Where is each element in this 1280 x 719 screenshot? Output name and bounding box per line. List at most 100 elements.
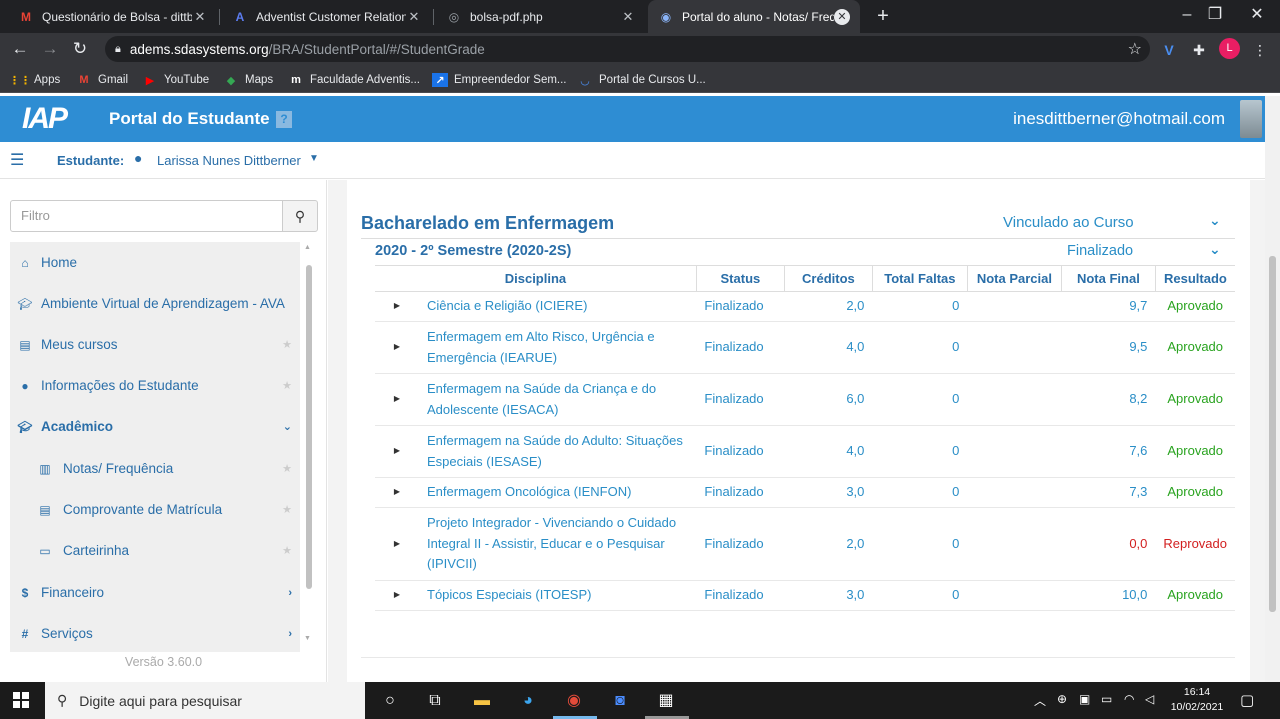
creditos-cell: 3,0 bbox=[784, 580, 873, 611]
bookmark-youtube[interactable]: ▶ YouTube bbox=[142, 71, 209, 89]
table-row[interactable]: ▶ Ciência e Religião (ICIERE) Finalizado… bbox=[375, 291, 1235, 322]
edge-icon[interactable]: ◕ bbox=[515, 688, 541, 714]
scroll-down-arrow-icon[interactable]: ▼ bbox=[304, 635, 311, 642]
calculator-icon[interactable]: ▦ bbox=[653, 688, 679, 714]
menu-toggle-icon[interactable]: ☰ bbox=[10, 150, 24, 170]
sidebar-item-servicos[interactable]: # Serviços › bbox=[10, 613, 300, 652]
wifi-icon[interactable]: ◠ bbox=[1124, 692, 1134, 706]
close-tab-icon[interactable]: ✕ bbox=[834, 8, 850, 25]
bookmark-star-icon[interactable]: ☆ bbox=[1128, 39, 1142, 59]
close-window-icon[interactable]: ✕ bbox=[1234, 0, 1280, 33]
bookmark-faculdade[interactable]: m Faculdade Adventis... bbox=[288, 71, 420, 89]
url-input[interactable]: 🔒︎ adems.sdasystems.org/BRA/StudentPorta… bbox=[105, 36, 1150, 62]
sidebar-item-ava[interactable]: 🎓︎ Ambiente Virtual de Aprendizagem - AV… bbox=[10, 283, 300, 324]
browser-menu-icon[interactable]: ⋮ bbox=[1250, 40, 1270, 60]
taskbar-clock[interactable]: 16:14 10/02/2021 bbox=[1168, 685, 1226, 715]
table-row[interactable]: ▶ Enfermagem Oncológica (IENFON) Finaliz… bbox=[375, 477, 1235, 508]
reload-icon[interactable]: ↻ bbox=[69, 38, 91, 60]
sidebar-item-academico[interactable]: 🎓︎ Acadêmico ⌄ bbox=[10, 406, 300, 447]
battery-icon[interactable]: ▭ bbox=[1101, 692, 1112, 706]
close-tab-icon[interactable]: ✕ bbox=[406, 9, 422, 25]
profile-avatar[interactable]: L bbox=[1219, 38, 1240, 59]
table-row[interactable]: ▶ Tópicos Especiais (ITOESP) Finalizado … bbox=[375, 580, 1235, 611]
filter-input[interactable]: Filtro bbox=[10, 200, 283, 232]
favorite-star-icon[interactable]: ★ bbox=[282, 338, 292, 351]
course-title: Bacharelado em Enfermagem bbox=[361, 213, 615, 233]
browser-tab-bolsa-pdf[interactable]: ◎ bolsa-pdf.php ✕ bbox=[436, 0, 646, 33]
browser-tab-questionario[interactable]: M Questionário de Bolsa - dittberner ✕ bbox=[8, 0, 218, 33]
tray-app-icon-2[interactable]: ▣ bbox=[1079, 692, 1090, 706]
taskbar-search-input[interactable]: ⚲ Digite aqui para pesquisar bbox=[45, 682, 365, 719]
tray-app-icon[interactable]: ⊕ bbox=[1057, 692, 1067, 706]
column-header-nota-final[interactable]: Nota Final bbox=[1060, 265, 1156, 292]
forward-arrow-icon[interactable]: → bbox=[39, 38, 61, 60]
sidebar-item-notas-frequencia[interactable]: ▥ Notas/ Frequência ★ bbox=[10, 448, 300, 489]
column-header-status[interactable]: Status bbox=[695, 265, 785, 292]
sidebar-scrollbar[interactable] bbox=[306, 265, 312, 589]
favorite-star-icon[interactable]: ★ bbox=[282, 379, 292, 392]
table-row[interactable]: ▶ Enfermagem na Saúde do Adulto: Situaçõ… bbox=[375, 425, 1235, 478]
close-tab-icon[interactable]: ✕ bbox=[192, 9, 208, 25]
favorite-star-icon[interactable]: ★ bbox=[282, 462, 292, 475]
tray-expand-icon[interactable]: ︿ bbox=[1034, 692, 1046, 709]
bookmark-empreendedor[interactable]: ↗ Empreendedor Sem... bbox=[432, 71, 567, 89]
expand-row-icon[interactable]: ▶ bbox=[375, 507, 419, 581]
caret-down-icon[interactable]: ▼ bbox=[309, 153, 319, 164]
maximize-icon[interactable]: ❐ bbox=[1192, 0, 1238, 33]
new-tab-button[interactable]: + bbox=[872, 5, 894, 27]
extensions-puzzle-icon[interactable]: ✚ bbox=[1189, 40, 1209, 60]
file-explorer-icon[interactable]: ▬ bbox=[469, 688, 495, 714]
browser-tab-portal[interactable]: ◉ Portal do aluno - Notas/ Frequência ✕ bbox=[648, 0, 860, 33]
student-selector[interactable]: Larissa Nunes Dittberner bbox=[157, 153, 301, 168]
bookmark-apps[interactable]: ⋮⋮ Apps bbox=[9, 71, 60, 89]
favorite-star-icon[interactable]: ★ bbox=[282, 503, 292, 516]
close-tab-icon[interactable]: ✕ bbox=[620, 9, 636, 25]
windows-start-icon[interactable] bbox=[13, 692, 29, 708]
expand-row-icon[interactable]: ▶ bbox=[375, 373, 419, 426]
column-header-faltas[interactable]: Total Faltas bbox=[871, 265, 968, 292]
portal-title: Portal do Estudante bbox=[109, 109, 270, 128]
task-view-icon[interactable]: ⧉ bbox=[422, 688, 448, 714]
sidebar-item-carteirinha[interactable]: ▭ Carteirinha ★ bbox=[10, 530, 300, 571]
expand-row-icon[interactable]: ▶ bbox=[375, 425, 419, 478]
bookmark-maps[interactable]: ◆ Maps bbox=[223, 71, 273, 89]
sidebar-item-comprovante[interactable]: ▤ Comprovante de Matrícula ★ bbox=[10, 489, 300, 530]
column-header-creditos[interactable]: Créditos bbox=[783, 265, 873, 292]
column-header-disciplina[interactable]: Disciplina bbox=[375, 265, 697, 292]
table-row[interactable]: ▶ Enfermagem na Saúde da Criança e do Ad… bbox=[375, 373, 1235, 426]
column-header-resultado[interactable]: Resultado bbox=[1154, 265, 1235, 292]
table-row[interactable]: ▶ Projeto Integrador - Vivenciando o Cui… bbox=[375, 507, 1235, 581]
favorite-star-icon[interactable]: ★ bbox=[282, 544, 292, 557]
user-avatar[interactable] bbox=[1240, 100, 1262, 138]
browser-tab-adventist[interactable]: A Adventist Customer Relationship ✕ bbox=[222, 0, 432, 33]
back-arrow-icon[interactable]: ← bbox=[9, 38, 31, 60]
iap-logo[interactable]: IAP bbox=[22, 102, 68, 136]
notification-icon[interactable]: ▢ bbox=[1240, 691, 1254, 709]
extension-v-icon[interactable]: V bbox=[1159, 40, 1179, 60]
expand-row-icon[interactable]: ▶ bbox=[375, 580, 419, 611]
expand-row-icon[interactable]: ▶ bbox=[375, 321, 419, 374]
column-header-nota-parcial[interactable]: Nota Parcial bbox=[966, 265, 1062, 292]
sidebar-item-informacoes[interactable]: ● Informações do Estudante ★ bbox=[10, 365, 300, 406]
bookmark-portal-cursos[interactable]: ◡ Portal de Cursos U... bbox=[577, 71, 706, 89]
bookmark-label: Portal de Cursos U... bbox=[599, 74, 706, 86]
zoom-icon[interactable]: ◙ bbox=[607, 688, 633, 714]
cortana-icon[interactable]: ○ bbox=[377, 688, 403, 714]
sidebar-item-home[interactable]: ⌂ Home bbox=[10, 242, 300, 283]
chevron-down-icon[interactable]: ⌄ bbox=[1209, 241, 1221, 258]
search-button[interactable]: ⚲ bbox=[282, 200, 318, 232]
sidebar-item-financeiro[interactable]: $ Financeiro › bbox=[10, 572, 300, 613]
chevron-down-icon[interactable]: ⌄ bbox=[1209, 212, 1221, 229]
volume-icon[interactable]: ◁ bbox=[1145, 692, 1154, 706]
help-icon[interactable]: ? bbox=[276, 111, 292, 128]
scroll-up-arrow-icon[interactable]: ▲ bbox=[304, 244, 311, 251]
chrome-icon[interactable]: ◉ bbox=[561, 688, 587, 714]
sidebar-item-meus-cursos[interactable]: ▤ Meus cursos ★ bbox=[10, 324, 300, 365]
table-row[interactable]: ▶ Enfermagem em Alto Risco, Urgência e E… bbox=[375, 321, 1235, 374]
expand-row-icon[interactable]: ▶ bbox=[375, 291, 419, 322]
page-scrollbar-thumb[interactable] bbox=[1269, 256, 1276, 612]
page-scrollbar[interactable] bbox=[1265, 96, 1280, 682]
bookmark-gmail[interactable]: M Gmail bbox=[76, 71, 128, 89]
expand-row-icon[interactable]: ▶ bbox=[375, 477, 419, 508]
user-email[interactable]: inesdittberner@hotmail.com bbox=[1013, 109, 1225, 129]
